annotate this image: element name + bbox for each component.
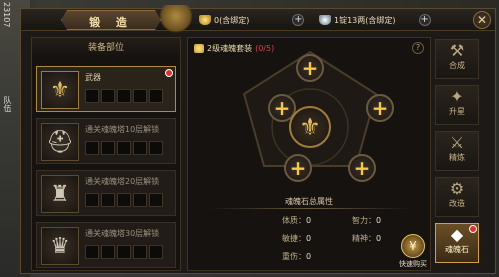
gold-value: 0(含绑定)	[214, 15, 250, 25]
tab-label: 升星	[449, 107, 465, 116]
equip-item-weapon[interactable]: ⚜ 武器	[36, 66, 176, 112]
gem-slot	[133, 193, 147, 207]
gem-slot	[101, 245, 115, 259]
stat-agility: 敏捷：0	[282, 234, 312, 243]
socket-top[interactable]: +	[296, 54, 324, 82]
gem-slot	[149, 245, 163, 259]
add-stone-icon: +	[289, 156, 307, 180]
tab-label: 精炼	[449, 153, 465, 162]
left-strip-team: 队伍	[3, 96, 12, 112]
stat-heavy-wound: 重伤：0	[282, 252, 312, 261]
gem-slot	[85, 245, 99, 259]
tab-refine[interactable]: ⚔ 精炼	[435, 131, 479, 171]
gem-slot	[101, 193, 115, 207]
socket-bottom-left[interactable]: +	[284, 154, 312, 182]
gem-slot	[101, 89, 115, 103]
refine-icon: ⚔	[449, 133, 465, 152]
notification-dot	[469, 225, 477, 233]
silver-ingot-icon	[319, 15, 331, 25]
equipment-list-header: 装备部位	[32, 38, 180, 58]
window-title: 锻 造	[89, 16, 133, 29]
shop-bag-icon: ¥	[401, 234, 425, 258]
close-button[interactable]: ✕	[473, 11, 491, 29]
quick-buy-button[interactable]: ¥ 快速购买	[398, 234, 428, 270]
silver-value: 1锭13两(含绑定)	[334, 15, 396, 25]
gem-slot	[133, 141, 147, 155]
add-stone-icon: +	[301, 56, 319, 80]
add-silver-button[interactable]: +	[418, 14, 431, 26]
star-up-icon: ✦	[450, 87, 464, 106]
gem-slot	[149, 141, 163, 155]
tab-compose[interactable]: ⚒ 合成	[435, 39, 479, 79]
gold-currency: 0(含绑定) +	[199, 13, 305, 27]
equip-item-label: 武器	[85, 73, 101, 82]
armor-icon: ♜	[41, 175, 79, 213]
necklace-icon: ♛	[41, 227, 79, 265]
gem-slot	[85, 141, 99, 155]
title-plate: 锻 造	[61, 10, 161, 30]
gold-ingot-icon	[199, 15, 211, 25]
weapon-icon: ⚜	[41, 71, 79, 109]
equip-item-helmet[interactable]: ⛑ 通关魂魄塔10层解锁	[36, 118, 176, 164]
gem-slot	[133, 245, 147, 259]
gem-slot	[85, 193, 99, 207]
tab-soul-stone[interactable]: ◆ 魂魄石	[435, 223, 479, 263]
add-stone-icon: +	[353, 156, 371, 180]
gem-slot	[117, 141, 131, 155]
gem-slot	[117, 89, 131, 103]
socket-right[interactable]: +	[366, 94, 394, 122]
gem-slot	[117, 193, 131, 207]
gem-slot	[101, 141, 115, 155]
tab-reform[interactable]: ⚙ 改造	[435, 177, 479, 217]
socket-bottom-right[interactable]: +	[348, 154, 376, 182]
tab-label: 合成	[449, 61, 465, 70]
equip-item-necklace[interactable]: ♛ 通关魂魄塔30层解锁	[36, 222, 176, 268]
left-strip-number: 23107	[2, 2, 11, 28]
equip-item-armor[interactable]: ♜ 通关魂魄塔20层解锁	[36, 170, 176, 216]
equip-item-label: 通关魂魄塔20层解锁	[85, 177, 160, 186]
gem-slots	[85, 89, 163, 103]
gem-slot	[149, 193, 163, 207]
window-topbar: 锻 造 0(含绑定) + 1锭13两(含绑定) + ✕	[21, 5, 495, 33]
gem-slots	[85, 245, 163, 259]
gem-slot	[149, 89, 163, 103]
equip-item-label: 通关魂魄塔30层解锁	[85, 229, 160, 238]
stats-title: 魂魄石总属性	[285, 197, 333, 206]
quick-buy-label: 快速购买	[399, 260, 427, 268]
silver-currency: 1锭13两(含绑定) +	[319, 13, 431, 27]
stat-spirit: 精神：0	[352, 234, 382, 243]
gem-slot	[85, 89, 99, 103]
gem-slots	[85, 141, 163, 155]
equip-item-label: 通关魂魄塔10层解锁	[85, 125, 160, 134]
tab-label: 魂魄石	[445, 245, 469, 254]
stats-divider	[208, 208, 412, 209]
dragon-ornament-icon	[159, 5, 193, 33]
stat-intelligence: 智力：0	[352, 216, 382, 225]
soul-stone-panel: 2级魂魄套装 (0/5) ? + + + + + ⚜ 魂魄石总属性 体质：0 智…	[187, 37, 431, 271]
reform-icon: ⚙	[449, 179, 465, 198]
tab-star-up[interactable]: ✦ 升星	[435, 85, 479, 125]
gem-slots	[85, 193, 163, 207]
gem-slot	[133, 89, 147, 103]
add-stone-icon: +	[273, 96, 291, 120]
notification-dot	[165, 69, 173, 77]
add-stone-icon: +	[371, 96, 389, 120]
core-weapon-icon: ⚜	[289, 106, 331, 148]
forge-window: 锻 造 0(含绑定) + 1锭13两(含绑定) + ✕ 装备部位 ⚜ 武器 ⛑ …	[20, 5, 496, 274]
tab-label: 改造	[449, 199, 465, 208]
gem-slot	[117, 245, 131, 259]
equipment-list: 装备部位 ⚜ 武器 ⛑ 通关魂魄塔10层解锁 ♜ 通关魂魄塔20层解锁 ♛ 通关…	[31, 37, 181, 271]
stat-constitution: 体质：0	[282, 216, 312, 225]
forge-tabs: ⚒ 合成 ✦ 升星 ⚔ 精炼 ⚙ 改造 ◆ 魂魄石	[435, 39, 479, 271]
compose-icon: ⚒	[449, 41, 465, 60]
helmet-icon: ⛑	[41, 123, 79, 161]
add-gold-button[interactable]: +	[292, 14, 305, 26]
